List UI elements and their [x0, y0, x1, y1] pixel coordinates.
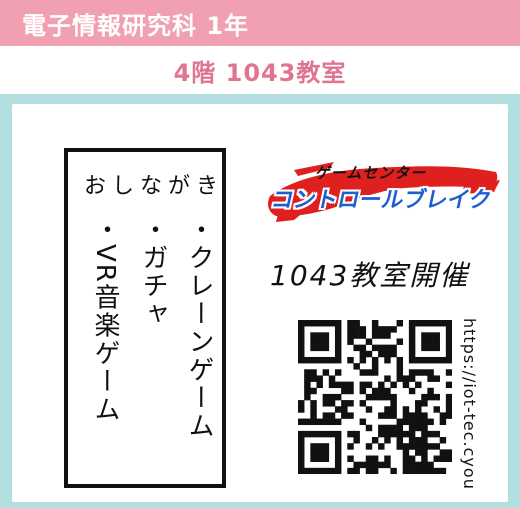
qr-code-icon[interactable] — [298, 320, 453, 475]
logo: ゲームセンター コントロールブレイク — [264, 156, 504, 226]
info-panel: おしながき ・クレーンゲーム ・ガチャ ・VR音楽ゲーム ゲームセンター コント… — [0, 94, 520, 508]
page: 電子情報研究科 1年 4階 1043教室 おしながき ・クレーンゲーム ・ガチャ… — [0, 0, 520, 508]
logo-subtitle: ゲームセンター — [313, 164, 430, 182]
header-banner: 電子情報研究科 1年 — [0, 0, 520, 46]
menu-item-vr-music-game: ・VR音楽ゲーム — [90, 216, 120, 424]
menu-item-crane-game: ・クレーンゲーム — [184, 216, 214, 440]
logo-title: コントロールブレイク — [268, 188, 494, 213]
menu-title: おしながき — [84, 174, 225, 199]
location-text: 4階 1043教室 — [173, 58, 347, 87]
venue-text: 1043教室開催 — [270, 259, 470, 292]
location-bar: 4階 1043教室 — [0, 46, 520, 94]
header-title: 電子情報研究科 1年 — [22, 11, 250, 40]
info-card: おしながき ・クレーンゲーム ・ガチャ ・VR音楽ゲーム ゲームセンター コント… — [12, 104, 508, 502]
menu-item-gacha: ・ガチャ — [138, 216, 168, 328]
qr-url[interactable]: https://iot-tec.cyou — [460, 318, 479, 490]
menu-box: おしながき ・クレーンゲーム ・ガチャ ・VR音楽ゲーム — [64, 148, 226, 488]
